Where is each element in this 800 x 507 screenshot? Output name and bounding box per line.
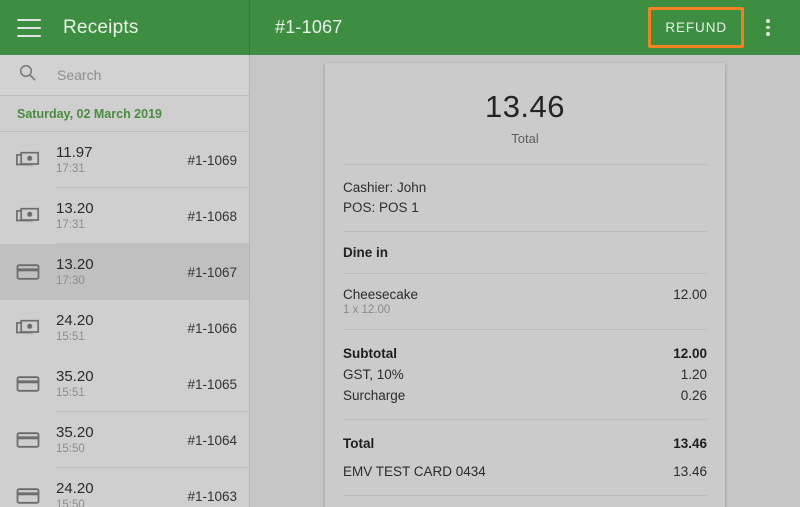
search-input[interactable]: Search bbox=[57, 67, 101, 83]
receipt-cashier: Cashier: John bbox=[343, 180, 427, 195]
receipt-list-item-amount: 35.20 bbox=[56, 367, 94, 385]
receipt-total-row-value: 12.00 bbox=[673, 346, 707, 361]
kebab-dot bbox=[766, 25, 770, 30]
receipt-list-item-main: 11.97 17:31 bbox=[56, 144, 187, 177]
receipt-total-row-value: 0.26 bbox=[680, 388, 707, 403]
receipt-list-item-time: 15:51 bbox=[56, 386, 85, 399]
receipt-list-item-main: 35.20 15:51 bbox=[56, 368, 187, 401]
receipt-list-item-number: #1-1067 bbox=[187, 264, 237, 280]
receipt-list-item[interactable]: 11.97 17:31 #1-1069 bbox=[0, 132, 249, 188]
receipt-list-item[interactable]: 13.20 17:30 #1-1067 bbox=[0, 244, 249, 300]
refund-button[interactable]: REFUND bbox=[655, 14, 737, 41]
receipt-list-item[interactable]: 35.20 15:50 #1-1064 bbox=[0, 412, 249, 468]
receipt-list-item-main: 24.20 15:51 bbox=[56, 312, 187, 345]
hamburger-bar bbox=[17, 18, 41, 21]
receipt-payment-label: EMV TEST CARD 0434 bbox=[343, 464, 486, 479]
receipt-order-type: Dine in bbox=[343, 245, 389, 260]
receipt-list-item-main: 13.20 17:30 bbox=[56, 256, 187, 289]
selected-receipt-title: #1-1067 bbox=[275, 17, 343, 37]
receipt-list-item[interactable]: 13.20 17:31 #1-1068 bbox=[0, 188, 249, 244]
receipt-pos: POS: POS 1 bbox=[343, 200, 419, 215]
receipt-grand-total-row: Total 13.46 bbox=[343, 433, 707, 454]
card-icon bbox=[0, 430, 56, 450]
receipt-list-item-number: #1-1069 bbox=[187, 152, 237, 168]
kebab-dot bbox=[766, 32, 770, 36]
receipt-list-item-time: 17:31 bbox=[56, 218, 85, 231]
receipt-list-item-amount: 24.20 bbox=[56, 479, 94, 497]
receipt-list-item-time: 17:30 bbox=[56, 274, 85, 287]
receipt-line-item-qty: 1 x 12.00 bbox=[343, 304, 391, 316]
search-icon bbox=[19, 64, 36, 86]
receipt-grand-total-label: Total bbox=[343, 436, 375, 451]
cash-icon bbox=[0, 206, 56, 226]
card-icon bbox=[0, 262, 56, 282]
receipt-list-item-amount: 35.20 bbox=[56, 423, 94, 441]
receipt-list-item-amount: 13.20 bbox=[56, 199, 94, 217]
receipt-list-item-main: 24.20 15:50 bbox=[56, 480, 187, 507]
receipt-list-item-amount: 24.20 bbox=[56, 311, 94, 329]
receipt-list-item-time: 17:31 bbox=[56, 162, 85, 175]
receipt-list-item-number: #1-1068 bbox=[187, 208, 237, 224]
receipt-total-row: Surcharge 0.26 bbox=[343, 385, 707, 406]
receipt-total-row-value: 1.20 bbox=[680, 367, 707, 382]
list-date-header: Saturday, 02 March 2019 bbox=[0, 96, 249, 132]
hamburger-bar bbox=[17, 26, 41, 29]
receipt-payment-section: Total 13.46 EMV TEST CARD 0434 13.46 bbox=[325, 420, 725, 495]
refund-button-highlight: REFUND bbox=[648, 7, 744, 48]
receipt-list-item-main: 35.20 15:50 bbox=[56, 424, 187, 457]
search-bar[interactable]: Search bbox=[0, 55, 249, 96]
receipt-card: 13.46 Total Cashier: John POS: POS 1 Din… bbox=[325, 63, 725, 507]
receipt-line-items-section: Cheesecake 12.00 1 x 12.00 bbox=[325, 274, 725, 329]
receipt-list-item-amount: 13.20 bbox=[56, 255, 94, 273]
receipt-meta-section: Cashier: John POS: POS 1 bbox=[325, 165, 725, 231]
app-bar: Receipts #1-1067 REFUND bbox=[0, 0, 800, 55]
receipt-list-item-number: #1-1064 bbox=[187, 432, 237, 448]
app-bar-left-section: Receipts bbox=[0, 0, 250, 55]
receipt-order-type-section: Dine in bbox=[325, 232, 725, 273]
receipt-list-item[interactable]: 35.20 15:51 #1-1065 bbox=[0, 356, 249, 412]
receipt-total-row: Subtotal 12.00 bbox=[343, 343, 707, 364]
receipts-list: 11.97 17:31 #1-1069 13.20 17:31 #1-1068 13.20 1… bbox=[0, 132, 249, 507]
receipt-total-row-label: Subtotal bbox=[343, 346, 397, 361]
receipt-list-item-number: #1-1065 bbox=[187, 376, 237, 392]
kebab-menu-icon[interactable] bbox=[756, 11, 780, 45]
receipt-list-item-main: 13.20 17:31 bbox=[56, 200, 187, 233]
receipt-line-item-row: Cheesecake 12.00 bbox=[343, 287, 707, 302]
receipt-detail-panel: 13.46 Total Cashier: John POS: POS 1 Din… bbox=[251, 55, 800, 507]
card-icon bbox=[0, 486, 56, 506]
receipt-payment-value: 13.46 bbox=[673, 464, 707, 479]
receipt-total-row-label: GST, 10% bbox=[343, 367, 404, 382]
receipt-grand-total-value: 13.46 bbox=[673, 436, 707, 451]
app-bar-right-section: #1-1067 REFUND bbox=[250, 0, 800, 55]
receipt-list-item[interactable]: 24.20 15:50 #1-1063 bbox=[0, 468, 249, 507]
hamburger-bar bbox=[17, 34, 41, 37]
receipt-list-item-number: #1-1063 bbox=[187, 488, 237, 504]
receipt-list-item-time: 15:50 bbox=[56, 442, 85, 455]
receipts-list-panel: Search Saturday, 02 March 2019 11.97 17:3… bbox=[0, 55, 250, 507]
receipt-line-item-name: Cheesecake bbox=[343, 287, 419, 302]
receipt-payment-row: EMV TEST CARD 0434 13.46 bbox=[343, 461, 707, 482]
receipt-line-item: Cheesecake 12.00 1 x 12.00 bbox=[343, 287, 707, 316]
receipt-list-item[interactable]: 24.20 15:51 #1-1066 bbox=[0, 300, 249, 356]
receipt-list-item-time: 15:50 bbox=[56, 498, 85, 507]
receipt-list-item-number: #1-1066 bbox=[187, 320, 237, 336]
receipt-list-item-amount: 11.97 bbox=[56, 143, 93, 161]
receipt-total-amount: 13.46 bbox=[484, 89, 566, 124]
receipt-footer: 02/03/2019, 17:30 #1-1067 bbox=[325, 496, 725, 507]
cash-icon bbox=[0, 150, 56, 170]
receipt-total-label: Total bbox=[511, 131, 539, 146]
hamburger-icon[interactable] bbox=[17, 18, 41, 37]
receipt-total-row-label: Surcharge bbox=[343, 388, 406, 403]
receipt-line-item-price: 12.00 bbox=[673, 287, 707, 302]
card-icon bbox=[0, 374, 56, 394]
page-title: Receipts bbox=[63, 16, 139, 38]
receipt-totals-section: Subtotal 12.00 GST, 10% 1.20 Surcharge 0.26 bbox=[325, 330, 725, 419]
receipt-list-item-time: 15:51 bbox=[56, 330, 85, 343]
receipts-app: Receipts #1-1067 REFUND Search Saturday,… bbox=[0, 0, 800, 507]
kebab-dot bbox=[766, 19, 770, 23]
receipt-total-row: GST, 10% 1.20 bbox=[343, 364, 707, 385]
cash-icon bbox=[0, 318, 56, 338]
